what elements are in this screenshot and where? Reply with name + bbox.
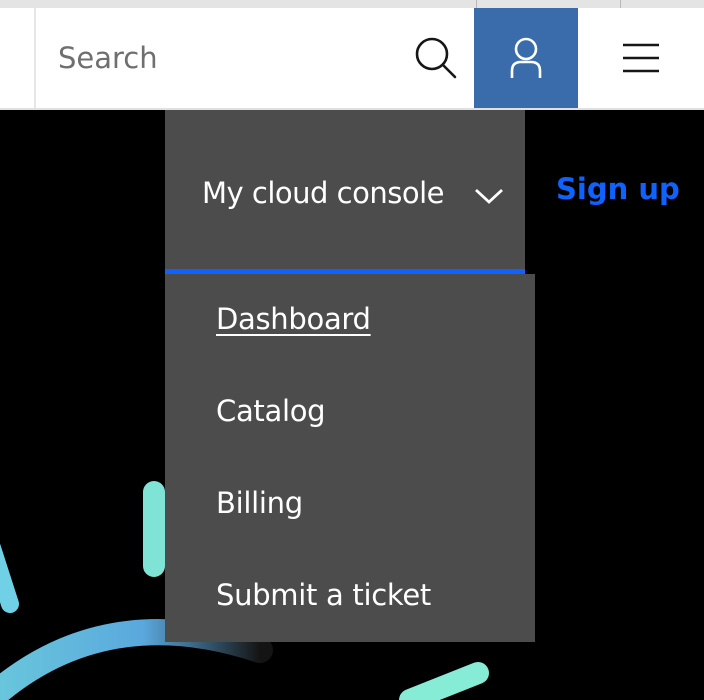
dropdown-item-dashboard[interactable]: Dashboard (216, 302, 371, 336)
dropdown-item-submit-ticket[interactable]: Submit a ticket (216, 578, 431, 612)
search-button[interactable] (398, 8, 474, 108)
search-input[interactable] (36, 8, 398, 108)
hamburger-menu-icon (623, 43, 659, 73)
console-dropdown-menu: Dashboard Catalog Billing Submit a ticke… (165, 274, 535, 642)
my-cloud-console-label: My cloud console (202, 176, 444, 210)
hamburger-menu-button[interactable] (578, 8, 704, 108)
dropdown-item-catalog[interactable]: Catalog (216, 394, 326, 428)
masthead (0, 8, 704, 110)
user-icon (510, 37, 542, 78)
dropdown-item-billing[interactable]: Billing (216, 486, 303, 520)
chevron-down-icon (475, 188, 503, 204)
user-profile-button[interactable] (474, 8, 578, 108)
sign-up-link[interactable]: Sign up (556, 172, 680, 206)
search-icon (415, 37, 457, 79)
my-cloud-console-toggle[interactable]: My cloud console (165, 110, 525, 276)
